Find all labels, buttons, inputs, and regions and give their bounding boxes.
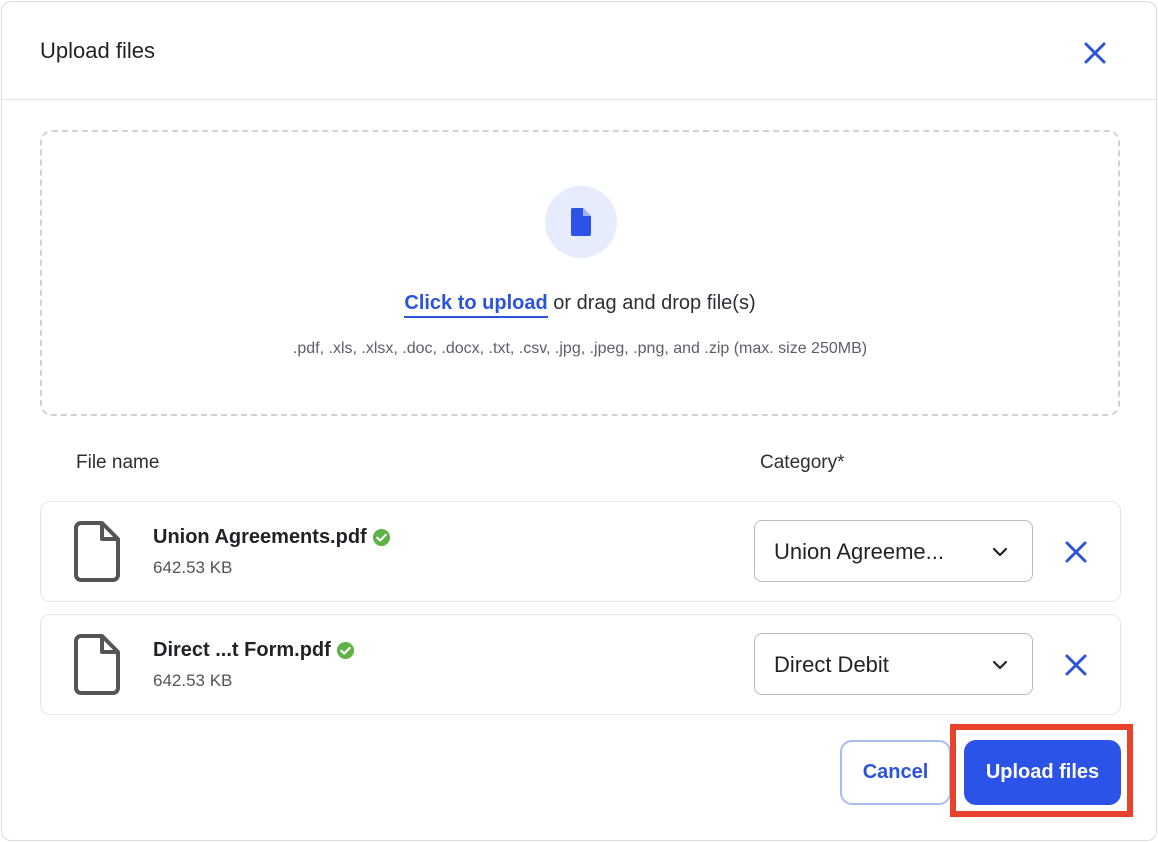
close-icon — [1084, 42, 1106, 64]
dialog-title: Upload files — [40, 38, 155, 63]
document-icon — [74, 634, 120, 695]
file-size: 642.53 KB — [153, 671, 233, 690]
document-icon — [74, 521, 120, 582]
file-name: Direct ...t Form.pdf — [153, 639, 355, 662]
file-name-text: Union Agreements.pdf — [153, 526, 367, 548]
file-name-text: Direct ...t Form.pdf — [153, 639, 331, 661]
dropzone-instructions: Click to upload or drag and drop file(s) — [42, 292, 1118, 318]
allowed-formats-text: .pdf, .xls, .xlsx, .doc, .docx, .txt, .c… — [292, 340, 868, 357]
cancel-button[interactable]: Cancel — [840, 740, 951, 805]
chevron-down-icon — [992, 547, 1008, 557]
remove-file-button[interactable] — [1063, 539, 1089, 565]
column-header-file-name: File name — [76, 452, 160, 473]
upload-file-icon-badge — [545, 186, 617, 258]
category-select-value: Union Agreeme... — [774, 539, 944, 564]
remove-file-button[interactable] — [1063, 652, 1089, 678]
click-to-upload-link[interactable]: Click to upload — [404, 292, 548, 318]
close-dialog-button[interactable] — [1080, 38, 1110, 68]
check-circle-icon — [372, 528, 390, 547]
file-size: 642.53 KB — [153, 558, 233, 577]
file-name: Union Agreements.pdf — [153, 526, 391, 549]
close-icon — [1065, 654, 1087, 676]
category-select[interactable]: Direct Debit — [754, 633, 1033, 695]
file-dropzone[interactable]: Click to upload or drag and drop file(s)… — [40, 130, 1120, 416]
check-circle-icon — [336, 641, 354, 660]
dialog-header: Upload files — [2, 2, 1156, 100]
drag-drop-text: or drag and drop file(s) — [547, 292, 756, 314]
upload-files-dialog: Upload files Click to upload or drag and… — [1, 1, 1157, 841]
category-select[interactable]: Union Agreeme... — [754, 520, 1033, 582]
upload-files-button[interactable]: Upload files — [964, 740, 1121, 805]
file-row: Union Agreements.pdf 642.53 KB Union Agr… — [40, 501, 1121, 602]
chevron-down-icon — [992, 660, 1008, 670]
file-icon — [570, 208, 591, 236]
category-select-value: Direct Debit — [774, 652, 889, 677]
close-icon — [1065, 541, 1087, 563]
file-row: Direct ...t Form.pdf 642.53 KB Direct De… — [40, 614, 1121, 715]
column-header-category: Category* — [760, 452, 845, 473]
